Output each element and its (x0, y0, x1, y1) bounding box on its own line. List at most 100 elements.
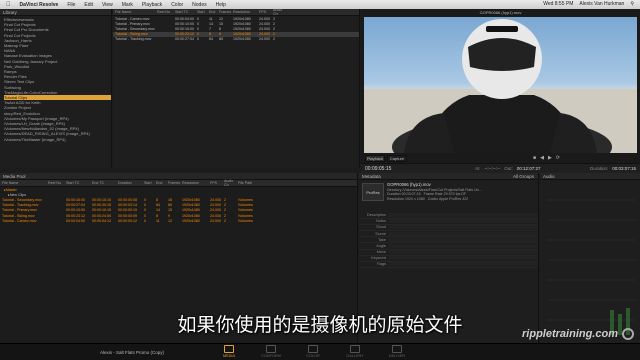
cell: 11 (209, 16, 213, 21)
column-header[interactable]: Reel No (46, 181, 64, 185)
loop-icon[interactable]: ⟳ (556, 155, 560, 162)
column-header[interactable]: Resolution (180, 181, 208, 185)
field-input[interactable] (389, 212, 538, 217)
column-header[interactable]: File Path (236, 181, 258, 185)
field-input[interactable] (389, 225, 538, 230)
field-label: Scene (375, 231, 386, 236)
cell: 9 (219, 32, 221, 37)
cell: Tutorial - Primary.mov (2, 208, 37, 213)
cell: 0 (144, 218, 146, 223)
cell: 14 (209, 21, 213, 26)
cell: 11 (156, 218, 160, 223)
column-header[interactable]: Frames (166, 181, 180, 185)
user-name[interactable]: Alexis Van Hurkman (579, 1, 624, 7)
cell: 00:00:00:09 (118, 213, 137, 218)
column-header[interactable]: FPS (208, 181, 222, 185)
stop-icon[interactable]: ■ (533, 155, 536, 162)
column-header[interactable]: Reel No (155, 10, 173, 14)
field-input[interactable] (389, 243, 538, 248)
column-header[interactable]: File Name (113, 10, 155, 14)
cell: Tutorial - Secondary.mov (2, 197, 42, 202)
page-tab-deliver[interactable]: DELIVER (383, 345, 411, 358)
menu-playback[interactable]: Playback (142, 2, 162, 8)
column-header[interactable]: File Name (0, 181, 46, 185)
column-header[interactable]: End TC (90, 181, 116, 185)
cell: 00:00:10:00 (175, 21, 194, 26)
cell: 1920x1080 (182, 218, 200, 223)
column-header[interactable]: FPS (257, 10, 271, 14)
cell: 0 (144, 208, 146, 213)
cell: 1920x1080 (233, 37, 251, 42)
field-input[interactable] (389, 219, 538, 224)
in-value: --:--:--:-- (484, 166, 501, 171)
menu-color[interactable]: Color (171, 2, 183, 8)
cell: Tutorial - Tracking.mov (2, 203, 39, 208)
column-header[interactable]: Frames (217, 10, 231, 14)
cell: 1920x1080 (182, 203, 200, 208)
rewind-icon[interactable]: ◀ (540, 155, 544, 162)
field-input[interactable] (389, 237, 538, 242)
cell: /Volumes (238, 218, 253, 223)
cell: 0 (197, 21, 199, 26)
page-tab-media[interactable]: MEDIA (215, 345, 243, 358)
cell: 8 (219, 26, 221, 31)
cell: /Volumes (238, 203, 253, 208)
play-icon[interactable]: ▶ (548, 155, 552, 162)
menu-edit[interactable]: Edit (84, 2, 93, 8)
spotlight-icon[interactable]: ⚲ (630, 1, 634, 7)
library-tree[interactable]: Effectsnewmusic Final Cut Projects Final C… (0, 16, 111, 142)
clip-row[interactable]: Tutorial - Cameo.mov 00:00:04:00 00:00:04:… (0, 218, 357, 223)
metadata-filter[interactable]: All Groups (513, 173, 538, 179)
field-input[interactable] (389, 262, 538, 267)
tab-capture[interactable]: Capture (387, 155, 407, 162)
menu-view[interactable]: View (102, 2, 113, 8)
file-row[interactable]: Tutorial - Tracking.mov 00:00:27:04 0 84 85 1… (113, 37, 359, 42)
cell: 2 (273, 16, 275, 21)
column-header[interactable]: Start (195, 10, 207, 14)
cell: Tutorial - Primary.mov (115, 21, 150, 26)
menu-nodes[interactable]: Nodes (192, 2, 206, 8)
field-input[interactable] (389, 231, 538, 236)
file-browser-list[interactable]: Tutorial - Cameo.mov 00:00:04:00 0 11 12 1920… (113, 16, 359, 42)
cell: 00:00:15:15 (92, 197, 111, 202)
column-header[interactable]: Start (142, 181, 154, 185)
column-header[interactable]: Audio Ch (222, 179, 236, 187)
column-header[interactable]: End (207, 10, 217, 14)
cell: 00:00:27:04 (66, 203, 85, 208)
cell: 2 (224, 203, 226, 208)
library-panel: Library Effectsnewmusic Final Cut Project… (0, 9, 112, 168)
column-header[interactable]: Audio Ch (271, 8, 283, 16)
page-tab-color[interactable]: COLOR (299, 345, 327, 358)
cell: 0 (197, 37, 199, 42)
menu-help[interactable]: Help (216, 2, 226, 8)
media-pool-folders[interactable]: ▸ Master ▸ New Clips (0, 187, 357, 197)
media-pool-list[interactable]: Tutorial - Secondary.mov 00:00:15:00 00:00… (0, 197, 357, 223)
tab-playback[interactable]: Playback (365, 155, 385, 162)
cell: 1920x1080 (182, 213, 200, 218)
apple-icon[interactable]:  (6, 2, 11, 8)
field-input[interactable] (389, 250, 538, 255)
column-header[interactable]: Duration (116, 181, 142, 185)
column-header[interactable]: Resolution (231, 10, 257, 14)
column-header[interactable]: Start TC (173, 10, 195, 14)
cell: 0 (197, 32, 199, 37)
cell: 24.000 (210, 208, 221, 213)
subtitle: 如果你使用的是摄像机的原始文件 (177, 314, 463, 336)
library-title: Library (0, 9, 111, 16)
cell: 15 (168, 208, 172, 213)
cell: 00:00:00:12 (118, 218, 137, 223)
cell: /Volumes (238, 213, 253, 218)
field-input[interactable] (389, 256, 538, 261)
menu-mark[interactable]: Mark (122, 2, 133, 8)
cell: 15 (219, 21, 223, 26)
page-tab-conform[interactable]: CONFORM (257, 345, 285, 358)
timecode-bar: 00:09:05:15 In: --:--:--:-- Out: 00:12:0… (361, 163, 640, 173)
cell: 00:00:04:00 (66, 218, 85, 223)
column-header[interactable]: End (154, 181, 166, 185)
column-header[interactable]: Start TC (64, 181, 90, 185)
page-tab-gallery[interactable]: GALLERY (341, 345, 369, 358)
menu-file[interactable]: File (67, 2, 75, 8)
app-menu[interactable]: DaVinci Resolve (20, 2, 59, 8)
media-pool-title: Media Pool (0, 173, 357, 180)
library-item[interactable]: /Volumes/TheMaster (Image_RP4) (4, 137, 111, 142)
